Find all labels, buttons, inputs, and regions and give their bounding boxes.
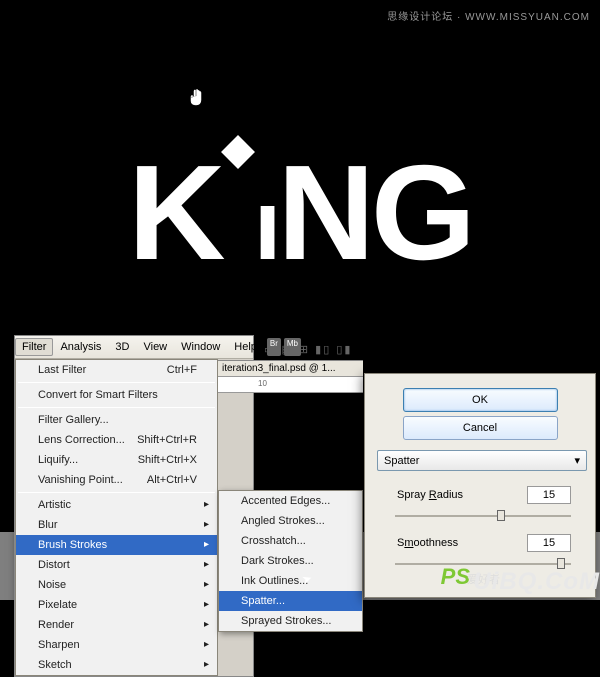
lowercase-i: ı <box>254 169 278 281</box>
menu-help[interactable]: Help <box>227 338 264 356</box>
sub-accented-edges[interactable]: Accented Edges... <box>219 491 362 511</box>
sub-crosshatch[interactable]: Crosshatch... <box>219 531 362 551</box>
item-artistic[interactable]: Artistic <box>16 495 217 515</box>
spray-radius-row: Spray Radius <box>377 483 583 507</box>
option-bar-icons: ▭ ▦ ⊞ ▮▯ ▯▮ <box>264 343 352 356</box>
menu-analysis[interactable]: Analysis <box>53 338 108 356</box>
top-watermark: 思缘设计论坛 · WWW.MISSYUAN.COM <box>387 8 590 23</box>
item-filter-gallery[interactable]: Filter Gallery... <box>16 410 217 430</box>
item-liquify[interactable]: Liquify...Shift+Ctrl+X <box>16 450 217 470</box>
filter-select[interactable]: Spatter▾ <box>377 450 587 471</box>
menubar: Filter Analysis 3D View Window Help Br M… <box>15 336 253 359</box>
chevron-down-icon: ▾ <box>574 454 580 467</box>
horizontal-ruler: 10 <box>218 377 363 393</box>
brush-strokes-submenu: Accented Edges... Angled Strokes... Cros… <box>218 490 363 632</box>
item-vanishing-point[interactable]: Vanishing Point...Alt+Ctrl+V <box>16 470 217 490</box>
document-title[interactable]: iteration3_final.psd @ 1... <box>218 361 363 377</box>
item-convert-smart[interactable]: Convert for Smart Filters <box>16 385 217 405</box>
watermark-ps: PS <box>441 564 470 590</box>
menu-window[interactable]: Window <box>174 338 227 356</box>
item-last-filter[interactable]: Last FilterCtrl+F <box>16 360 217 380</box>
sub-dark-strokes[interactable]: Dark Strokes... <box>219 551 362 571</box>
cancel-button[interactable]: Cancel <box>403 416 558 440</box>
spray-radius-label: Spray Radius <box>397 489 463 501</box>
spray-radius-input[interactable] <box>527 486 571 504</box>
item-sharpen[interactable]: Sharpen <box>16 635 217 655</box>
hand-cursor-icon <box>188 88 204 111</box>
diamond-dot-icon <box>221 135 255 169</box>
item-distort[interactable]: Distort <box>16 555 217 575</box>
item-blur[interactable]: Blur <box>16 515 217 535</box>
smoothness-row: Smoothness <box>377 531 583 555</box>
menu-view[interactable]: View <box>136 338 174 356</box>
canvas-artwork-text: KıNG <box>0 135 600 292</box>
menu-3d[interactable]: 3D <box>108 338 136 356</box>
watermark-url: UiBQ.CoM <box>473 568 600 596</box>
smoothness-input[interactable] <box>527 534 571 552</box>
item-pixelate[interactable]: Pixelate <box>16 595 217 615</box>
sub-ink-outlines[interactable]: Ink Outlines... <box>219 571 362 591</box>
sub-spatter[interactable]: Spatter... <box>219 591 362 611</box>
menu-filter[interactable]: Filter <box>15 338 53 356</box>
ok-button[interactable]: OK <box>403 388 558 412</box>
spray-radius-slider[interactable] <box>395 509 571 523</box>
spatter-dialog: OK Cancel Spatter▾ Spray Radius Smoothne… <box>364 373 596 598</box>
sub-sprayed-strokes[interactable]: Sprayed Strokes... <box>219 611 362 631</box>
document-tab-area: iteration3_final.psd @ 1... 10 <box>218 360 363 393</box>
item-brush-strokes[interactable]: Brush Strokes <box>16 535 217 555</box>
item-render[interactable]: Render <box>16 615 217 635</box>
item-noise[interactable]: Noise <box>16 575 217 595</box>
item-sketch[interactable]: Sketch <box>16 655 217 675</box>
filter-dropdown: Last FilterCtrl+F Convert for Smart Filt… <box>15 359 218 676</box>
item-lens-correction[interactable]: Lens Correction...Shift+Ctrl+R <box>16 430 217 450</box>
sub-angled-strokes[interactable]: Angled Strokes... <box>219 511 362 531</box>
smoothness-label: Smoothness <box>397 537 458 549</box>
